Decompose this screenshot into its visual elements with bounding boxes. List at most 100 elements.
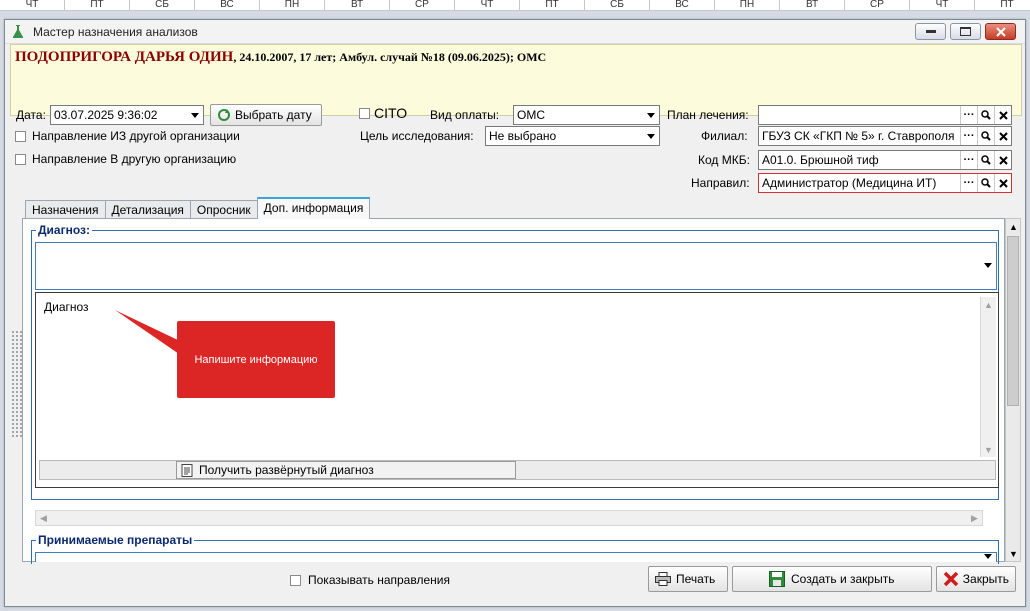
mkb-code-label: Код МКБ: — [698, 153, 750, 167]
calendar-day: ВТ — [780, 0, 845, 10]
purpose-label: Цель исследования: — [360, 129, 474, 143]
close-icon — [996, 27, 1006, 37]
from-org-label: Направление ИЗ другой организации — [32, 129, 240, 143]
clear-icon[interactable] — [994, 127, 1011, 145]
search-icon[interactable] — [977, 127, 994, 145]
scroll-down-icon[interactable]: ▼ — [1006, 546, 1021, 561]
payment-type-label: Вид оплаты: — [430, 108, 499, 122]
calendar-day: СР — [845, 0, 910, 10]
diagnosis-combo[interactable] — [35, 242, 997, 290]
treatment-plan-lookup[interactable]: ··· — [758, 105, 1012, 125]
title-bar: Мастер назначения анализов — [5, 20, 1025, 44]
calendar-day: СР — [390, 0, 455, 10]
chevron-down-icon[interactable] — [984, 263, 992, 268]
mkb-code-value: A01.0. Брюшной тиф — [762, 153, 879, 167]
referrer-value: Администратор (Медицина ИТ) — [762, 176, 936, 190]
calendar-day: ВС — [650, 0, 715, 10]
purpose-value: Не выбрано — [489, 129, 556, 143]
tab-assignments[interactable]: Назначения — [25, 200, 106, 219]
diagnosis-memo-text: Диагноз — [44, 300, 89, 314]
tab-details[interactable]: Детализация — [105, 200, 191, 219]
close-label: Закрыть — [963, 572, 1009, 586]
scroll-up-icon[interactable]: ▲ — [1006, 219, 1021, 234]
more-icon[interactable]: ··· — [960, 151, 977, 169]
diagnosis-group-title: Диагноз: — [36, 223, 92, 237]
print-button[interactable]: Печать — [648, 566, 728, 592]
chevron-down-icon[interactable] — [984, 554, 992, 559]
clear-icon[interactable] — [994, 106, 1011, 124]
more-icon[interactable]: ··· — [960, 174, 977, 192]
more-icon[interactable]: ··· — [960, 106, 977, 124]
show-referrals-checkbox[interactable] — [290, 575, 301, 586]
clear-icon[interactable] — [994, 151, 1011, 169]
close-button[interactable]: Закрыть — [936, 566, 1016, 592]
tab-additional-info[interactable]: Доп. информация — [257, 197, 371, 219]
search-icon[interactable] — [977, 106, 994, 124]
purpose-select[interactable]: Не выбрано — [485, 126, 660, 146]
cito-checkbox[interactable] — [359, 108, 370, 119]
chevron-down-icon[interactable] — [642, 106, 659, 124]
tab-strip: Назначения Детализация Опросник Доп. инф… — [25, 197, 369, 219]
splitter-grip[interactable] — [11, 330, 23, 438]
branch-value: ГБУЗ СК «ГКП № 5» г. Ставрополя — [762, 129, 954, 143]
patient-info: , 24.10.2007, 17 лет; Амбул. случай №18 … — [233, 50, 546, 64]
calendar-day: ПТ — [520, 0, 585, 10]
branch-label: Филиал: — [701, 129, 748, 143]
to-org-checkbox[interactable] — [15, 154, 26, 165]
mkb-code-lookup[interactable]: A01.0. Брюшной тиф ··· — [758, 150, 1012, 170]
calendar-day: ЧТ — [0, 0, 65, 10]
search-icon[interactable] — [977, 151, 994, 169]
treatment-plan-label: План лечения: — [667, 108, 749, 122]
choose-date-label: Выбрать дату — [235, 108, 312, 122]
maximize-icon — [960, 27, 971, 36]
create-and-close-label: Создать и закрыть — [791, 572, 894, 586]
patient-name: ПОДОПРИГОРА ДАРЬЯ ОДИН — [15, 49, 233, 65]
minimize-button[interactable] — [915, 23, 946, 40]
calendar-day: СБ — [585, 0, 650, 10]
chevron-down-icon[interactable] — [642, 127, 659, 145]
clear-icon[interactable] — [994, 174, 1011, 192]
referrer-label: Направил: — [691, 176, 750, 190]
referrer-lookup[interactable]: Администратор (Медицина ИТ) ··· — [758, 173, 1012, 193]
choose-date-button[interactable]: Выбрать дату — [210, 104, 322, 126]
branch-lookup[interactable]: ГБУЗ СК «ГКП № 5» г. Ставрополя ··· — [758, 126, 1012, 146]
calendar-day: ПТ — [65, 0, 130, 10]
more-icon[interactable]: ··· — [960, 127, 977, 145]
scroll-up-icon[interactable]: ▲ — [981, 297, 996, 312]
calendar-day: ПН — [715, 0, 780, 10]
maximize-button[interactable] — [950, 23, 981, 40]
calendar-day: СБ — [130, 0, 195, 10]
memo-scrollbar[interactable]: ▲ ▼ — [980, 297, 996, 457]
search-icon[interactable] — [977, 174, 994, 192]
calendar-day: ЧТ — [910, 0, 975, 10]
date-label: Дата: — [16, 108, 46, 122]
tab-panel: Диагноз: Диагноз ▲ ▼ Получить развёрнуты… — [22, 218, 1005, 562]
printer-icon — [655, 572, 671, 586]
calendar-day: ВС — [195, 0, 260, 10]
window-title: Мастер назначения анализов — [33, 25, 198, 39]
from-org-checkbox[interactable] — [15, 131, 26, 142]
close-icon — [943, 571, 959, 587]
to-org-label: Направление В другую организацию — [32, 152, 236, 166]
panel-scrollbar[interactable]: ▲ ▼ — [1005, 218, 1021, 562]
save-icon — [769, 571, 785, 587]
document-icon — [181, 464, 193, 477]
calendar-day-strip: ЧТПТСБВСПНВТСРЧТПТСБВСПНВТСРЧТПТ — [0, 0, 1030, 11]
chevron-down-icon[interactable] — [186, 106, 203, 124]
close-window-button[interactable] — [985, 23, 1016, 40]
flask-icon — [13, 25, 23, 38]
horizontal-scrollbar[interactable]: ◀ ▶ — [35, 510, 983, 526]
create-and-close-button[interactable]: Создать и закрыть — [732, 566, 932, 592]
scroll-down-icon[interactable]: ▼ — [981, 442, 996, 457]
expand-diagnosis-label: Получить развёрнутый диагноз — [199, 463, 374, 477]
payment-type-select[interactable]: ОМС — [513, 105, 660, 125]
scroll-right-icon[interactable]: ▶ — [967, 511, 982, 526]
expand-diagnosis-button[interactable]: Получить развёрнутый диагноз — [176, 461, 516, 479]
scroll-left-icon[interactable]: ◀ — [36, 511, 51, 526]
print-label: Печать — [676, 572, 715, 586]
drugs-combo[interactable] — [35, 552, 997, 562]
date-value: 03.07.2025 9:36:02 — [54, 108, 157, 122]
scroll-thumb[interactable] — [1007, 236, 1019, 406]
tab-questionnaire[interactable]: Опросник — [190, 200, 258, 219]
date-picker[interactable]: 03.07.2025 9:36:02 — [50, 105, 204, 125]
